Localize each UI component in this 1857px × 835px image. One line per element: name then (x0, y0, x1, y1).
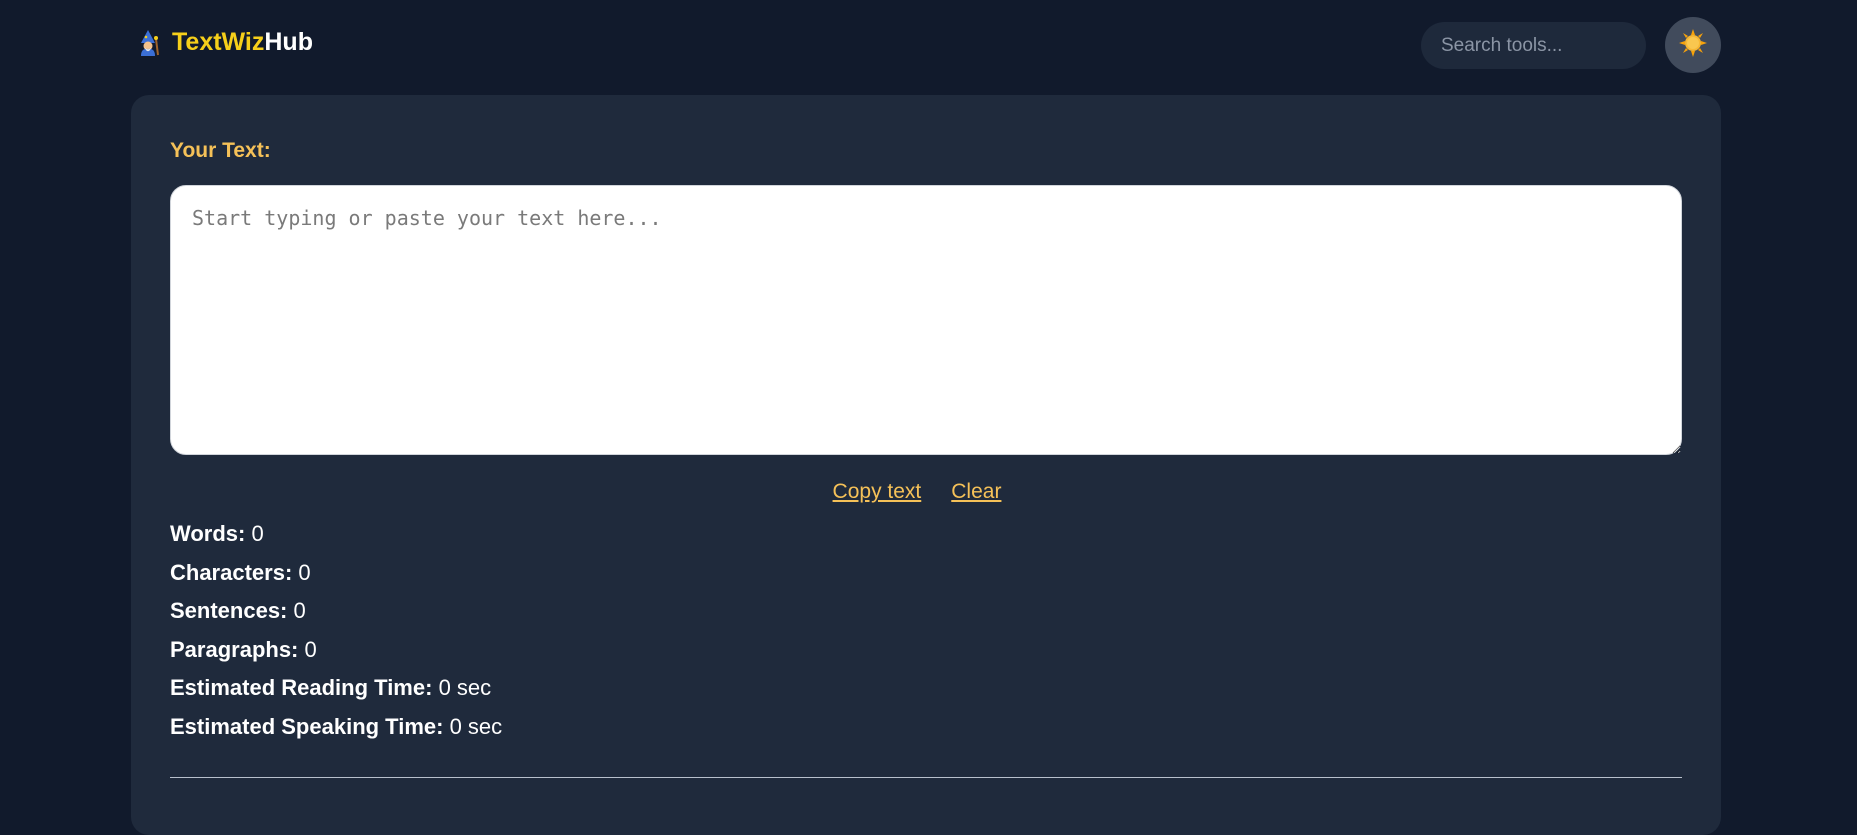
stat-label: Paragraphs: (170, 636, 299, 662)
stat-label: Estimated Speaking Time: (170, 713, 444, 739)
word-counter-card: Your Text: Copy text Clear Words: 0 Char… (131, 95, 1721, 835)
stat-value: 0 (304, 636, 317, 662)
stat-value: 0 sec (449, 713, 503, 739)
site-logo[interactable]: TextWizHub (134, 28, 313, 57)
stat-value: 0 (293, 598, 306, 623)
section-divider (170, 777, 1682, 778)
clear-link[interactable]: Clear (951, 480, 1001, 504)
text-actions: Copy text Clear (131, 480, 1721, 504)
wizard-icon (134, 29, 162, 57)
stat-label: Sentences: (170, 598, 288, 623)
text-input-area[interactable] (170, 185, 1682, 455)
stat-label: Characters: (170, 559, 293, 585)
site-header: TextWizHub (0, 0, 1857, 92)
stat-characters: Characters: 0 (170, 554, 502, 593)
copy-text-link[interactable]: Copy text (833, 480, 922, 504)
stat-speaking-time: Estimated Speaking Time: 0 sec (170, 708, 502, 747)
stat-words: Words: 0 (170, 515, 502, 554)
stat-value: 0 sec (438, 675, 492, 700)
brand-name-part1: TextWiz (172, 28, 265, 56)
text-input-label: Your Text: (170, 139, 271, 162)
sun-icon (1678, 28, 1708, 63)
text-statistics: Words: 0 Characters: 0 Sentences: 0 Para… (170, 515, 502, 746)
stat-label: Estimated Reading Time: (170, 675, 433, 700)
brand-name-part2: Hub (264, 28, 313, 56)
stat-sentences: Sentences: 0 (170, 592, 502, 631)
stat-label: Words: (170, 521, 246, 546)
stat-paragraphs: Paragraphs: 0 (170, 631, 502, 670)
stat-reading-time: Estimated Reading Time: 0 sec (170, 669, 502, 708)
stat-value: 0 (251, 521, 264, 546)
stat-value: 0 (298, 559, 311, 585)
theme-toggle-button[interactable] (1665, 17, 1721, 73)
search-input[interactable] (1421, 22, 1646, 69)
